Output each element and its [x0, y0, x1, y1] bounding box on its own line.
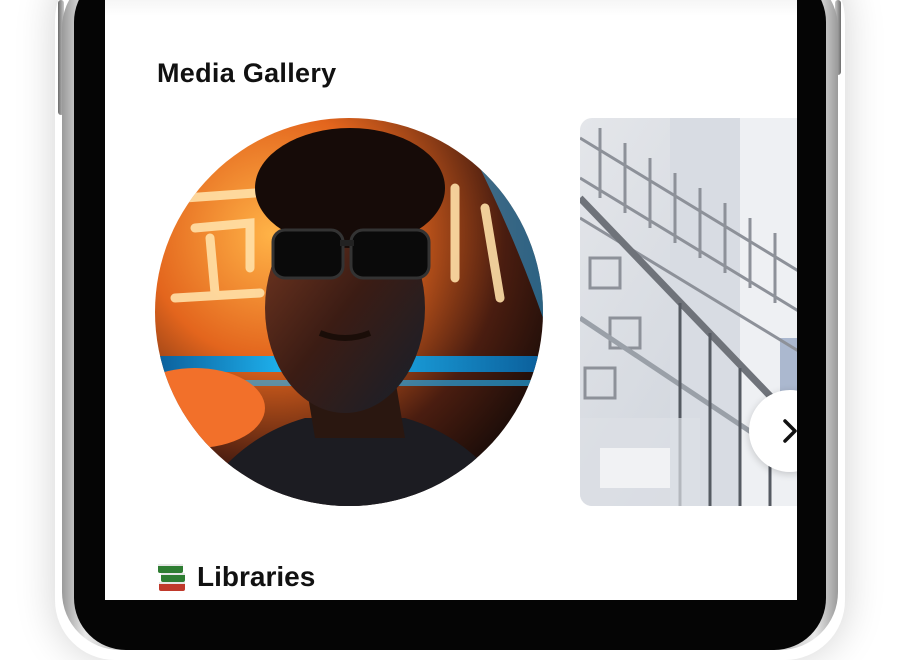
media-gallery-carousel[interactable] — [155, 118, 797, 508]
portrait-photo-image — [155, 118, 543, 506]
phone-screen: Media Gallery Libraries — [105, 0, 797, 600]
media-gallery-title: Media Gallery — [157, 58, 337, 88]
chevron-right-icon — [783, 419, 797, 443]
books-icon — [158, 564, 185, 591]
libraries-section-header: Libraries — [157, 560, 315, 594]
top-divider — [105, 0, 797, 16]
libraries-title: Libraries — [197, 561, 316, 592]
portrait-photo[interactable] — [155, 118, 543, 506]
